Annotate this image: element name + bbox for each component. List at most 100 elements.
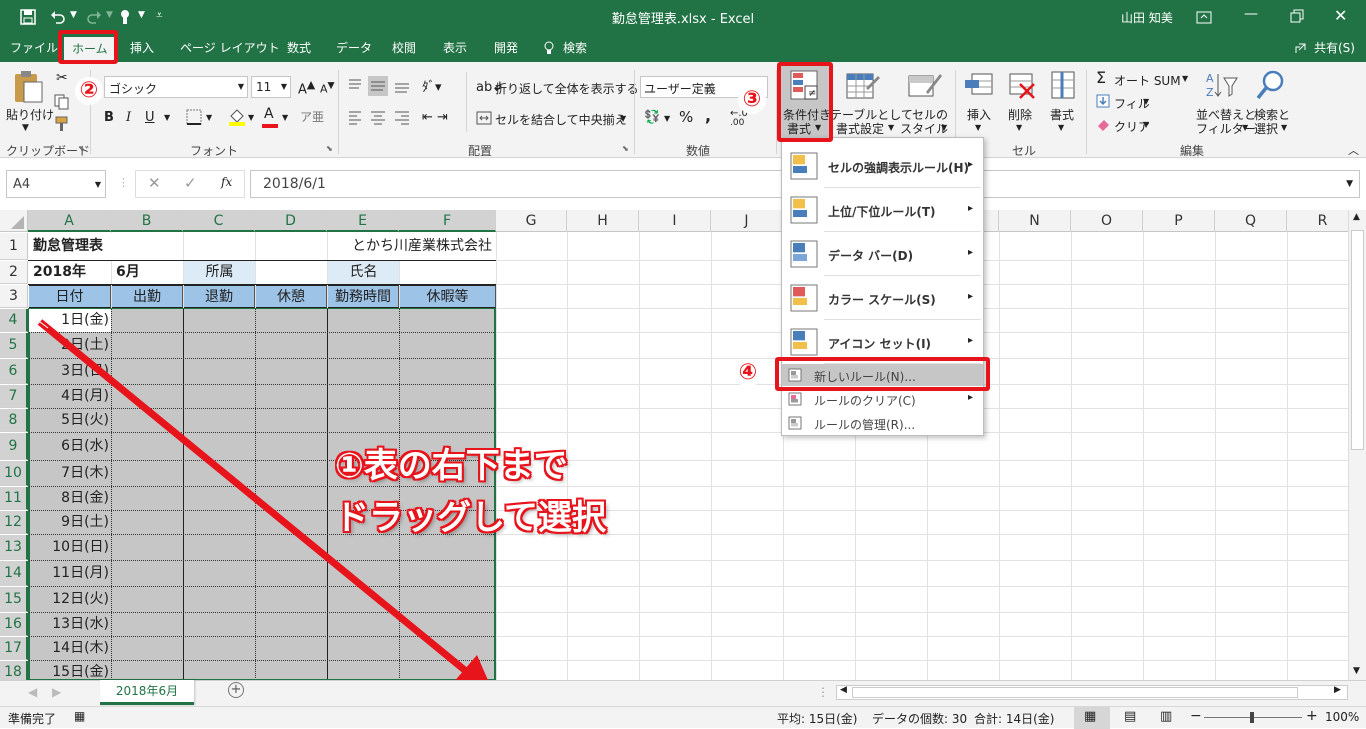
format-cells-dropdown-icon[interactable]: ▼ [1058, 123, 1064, 132]
select-all-corner[interactable] [0, 210, 28, 232]
header-4[interactable]: 勤務時間 [328, 285, 399, 308]
row-header-13[interactable]: 13 [0, 535, 28, 560]
column-header-Q[interactable]: Q [1215, 210, 1287, 232]
normal-view-icon[interactable]: ▦ [1084, 709, 1096, 724]
borders-icon[interactable] [186, 109, 202, 125]
decrease-decimal-icon[interactable]: .00 [730, 118, 744, 128]
sort-filter-dropdown-icon[interactable]: ▼ [1242, 123, 1248, 132]
sheet-title[interactable]: 勤怠管理表 [29, 233, 183, 260]
bold-icon[interactable]: B [104, 110, 114, 125]
format-table-label-2[interactable]: 書式設定 [836, 120, 884, 137]
macro-record-icon[interactable]: ▦ [74, 709, 85, 723]
copy-icon[interactable] [54, 94, 70, 110]
vertical-scrollbar[interactable]: ▲ ▼ [1348, 210, 1366, 680]
alignment-launcher-icon[interactable]: ⬊ [622, 144, 629, 153]
sheet-tab-active[interactable]: 2018年6月 [100, 680, 194, 705]
merge-dropdown-icon[interactable]: ▼ [620, 114, 626, 123]
tab-data[interactable]: データ [336, 39, 372, 56]
clear-eraser-icon[interactable] [1096, 117, 1110, 131]
cf-menu-item[interactable]: カラー スケール(S) ▸ [782, 278, 983, 320]
row-header-14[interactable]: 14 [0, 561, 28, 586]
row-header-11[interactable]: 11 [0, 487, 28, 510]
tab-page-layout[interactable]: ページ レイアウト [180, 39, 280, 56]
column-header-I[interactable]: I [639, 210, 711, 232]
autosum-dropdown-icon[interactable]: ▼ [1182, 74, 1188, 83]
cf-menu-item[interactable]: 上位/下位ルール(T) ▸ [782, 190, 983, 232]
column-header-C[interactable]: C [183, 210, 255, 232]
column-header-B[interactable]: B [111, 210, 183, 232]
month-cell[interactable]: 6月 [112, 261, 183, 284]
tab-view[interactable]: 表示 [443, 39, 467, 56]
delete-cells-dropdown-icon[interactable]: ▼ [1016, 123, 1022, 132]
borders-dropdown-icon[interactable]: ▼ [206, 113, 212, 122]
tab-formulas[interactable]: 数式 [287, 39, 311, 56]
comma-style-icon[interactable]: , [705, 106, 711, 125]
tab-file[interactable]: ファイル [10, 39, 58, 56]
name-value[interactable] [400, 261, 496, 284]
column-header-O[interactable]: O [1071, 210, 1143, 232]
header-1[interactable]: 出勤 [112, 285, 183, 308]
delete-cells-label[interactable]: 削除 [1008, 106, 1032, 123]
cf-menu-item[interactable]: セルの強調表示ルール(H) ▸ [782, 146, 983, 188]
row-header-10[interactable]: 10 [0, 461, 28, 486]
paste-label[interactable]: 貼り付け [6, 106, 54, 123]
find-select-icon[interactable] [1256, 70, 1286, 100]
format-as-table-icon[interactable] [846, 70, 880, 104]
column-header-A[interactable]: A [28, 210, 111, 232]
clipboard-launcher-icon[interactable]: ⬊ [78, 144, 85, 153]
cf-menu-item[interactable]: アイコン セット(I) ▸ [782, 322, 983, 364]
row-header-15[interactable]: 15 [0, 587, 28, 612]
row-header-1[interactable]: 1 [0, 233, 28, 260]
indent-icons[interactable]: ⇤ ⇥ [422, 110, 448, 125]
vertical-scroll-thumb[interactable] [1351, 230, 1364, 450]
delete-cells-icon[interactable] [1006, 70, 1036, 100]
percent-icon[interactable]: % [679, 108, 693, 126]
orientation-icon[interactable]: ﾀﾞ▾ [422, 76, 442, 95]
ribbon-display-icon[interactable] [1196, 9, 1212, 25]
tab-review[interactable]: 校閲 [392, 39, 416, 56]
format-cells-icon[interactable] [1048, 70, 1078, 100]
zoom-slider-thumb[interactable] [1250, 712, 1254, 723]
font-launcher-icon[interactable]: ⬊ [326, 144, 333, 153]
insert-function-icon[interactable]: fx [221, 175, 232, 189]
cf-menu-item[interactable]: ルールのクリア(C) ▸ [782, 388, 983, 410]
format-cells-label[interactable]: 書式 [1050, 106, 1074, 123]
font-size-box[interactable]: 11 ▼ [251, 76, 291, 98]
grow-font-icon[interactable]: A▲ [298, 78, 315, 97]
tab-tell-me[interactable]: 検索 [563, 39, 587, 56]
zoom-in-icon[interactable]: + [1306, 708, 1318, 724]
header-3[interactable]: 休憩 [256, 285, 327, 308]
row-header-3[interactable]: 3 [0, 285, 28, 308]
cf-menu-item[interactable]: データ バー(D) ▸ [782, 234, 983, 276]
column-header-E[interactable]: E [327, 210, 399, 232]
column-header-J[interactable]: J [711, 210, 783, 232]
sort-filter-icon[interactable]: AZ [1204, 70, 1238, 100]
header-5[interactable]: 休暇等 [400, 285, 496, 308]
cf-menu-item[interactable]: ルールの管理(R)... [782, 412, 983, 434]
fill-dropdown-icon[interactable]: ▼ [1143, 97, 1149, 106]
insert-cells-dropdown-icon[interactable]: ▼ [975, 123, 981, 132]
zoom-level[interactable]: 100% [1325, 710, 1359, 724]
shrink-font-icon[interactable]: A▼ [320, 80, 335, 96]
confirm-entry-icon[interactable]: ✓ [184, 174, 197, 192]
autosum-button[interactable]: オート SUM [1114, 72, 1181, 89]
find-select-dropdown-icon[interactable]: ▼ [1281, 123, 1287, 132]
fill-color-icon[interactable] [228, 108, 246, 126]
paste-dropdown-icon[interactable]: ▼ [22, 123, 29, 133]
tab-insert[interactable]: 挿入 [130, 39, 154, 56]
scroll-right-icon[interactable]: ▶ [1334, 685, 1341, 695]
worksheet-grid[interactable]: ABCDEFGHIJKLMNOPQR 123456789101112131415… [0, 210, 1348, 680]
row-header-6[interactable]: 6 [0, 359, 28, 384]
row-header-4[interactable]: 4 [0, 309, 28, 332]
cell-styles-dropdown-icon[interactable]: ▼ [941, 123, 947, 132]
horizontal-scroll-thumb[interactable] [852, 687, 1298, 698]
minimize-icon[interactable]: — [1244, 6, 1258, 22]
cell-styles-icon[interactable] [908, 70, 942, 104]
scroll-left-icon[interactable]: ◀ [840, 685, 847, 695]
user-name[interactable]: 山田 知美 [1121, 9, 1173, 26]
scroll-down-icon[interactable]: ▼ [1353, 666, 1360, 676]
prev-sheet-icon[interactable]: ◀ [28, 685, 37, 699]
font-color-icon[interactable]: A [264, 106, 274, 122]
underline-icon[interactable]: U [145, 110, 155, 125]
insert-cells-icon[interactable] [964, 70, 994, 100]
